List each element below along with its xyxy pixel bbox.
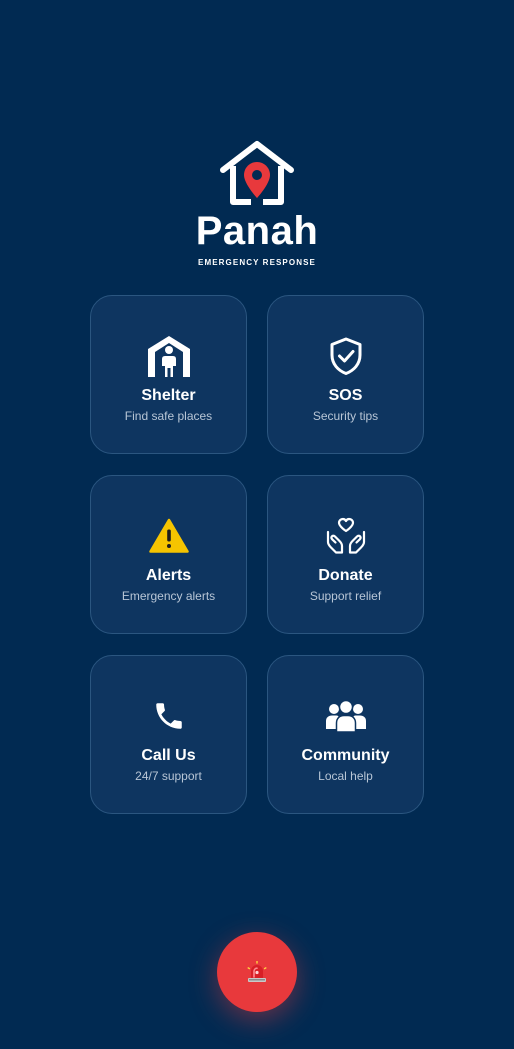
card-title: Alerts <box>145 567 192 584</box>
card-subtitle: Emergency alerts <box>121 589 216 603</box>
emergency-sos-button[interactable] <box>217 932 297 1012</box>
house-pin-logo-icon <box>220 141 294 205</box>
feature-grid: Shelter Find safe places SOS Security ti… <box>90 295 424 814</box>
card-title: Community <box>301 747 390 764</box>
heart-hands-icon <box>322 512 370 560</box>
card-subtitle: Security tips <box>312 409 379 423</box>
card-subtitle: 24/7 support <box>135 769 202 783</box>
app-tagline: EMERGENCY RESPONSE <box>198 258 316 267</box>
card-title: Shelter <box>141 387 196 404</box>
people-icon <box>322 692 370 740</box>
call-us-card[interactable]: Call Us 24/7 support <box>90 655 247 814</box>
community-card[interactable]: Community Local help <box>267 655 424 814</box>
card-title: Call Us <box>141 747 196 764</box>
warning-icon <box>145 512 193 560</box>
card-subtitle: Support relief <box>309 589 382 603</box>
donate-card[interactable]: Donate Support relief <box>267 475 424 634</box>
shelter-card[interactable]: Shelter Find safe places <box>90 295 247 454</box>
shield-check-icon <box>322 332 370 380</box>
alerts-card[interactable]: Alerts Emergency alerts <box>90 475 247 634</box>
card-title: SOS <box>328 387 363 404</box>
card-title: Donate <box>318 567 373 584</box>
sos-card[interactable]: SOS Security tips <box>267 295 424 454</box>
siren-icon <box>247 961 267 982</box>
card-subtitle: Find safe places <box>124 409 213 423</box>
shelter-person-icon <box>145 332 193 380</box>
app-name: Panah <box>195 209 319 253</box>
home-screen: Panah EMERGENCY RESPONSE Shelter Find sa… <box>0 0 514 1049</box>
phone-icon <box>145 692 193 740</box>
card-subtitle: Local help <box>318 769 373 783</box>
app-logo: Panah EMERGENCY RESPONSE <box>0 140 514 267</box>
